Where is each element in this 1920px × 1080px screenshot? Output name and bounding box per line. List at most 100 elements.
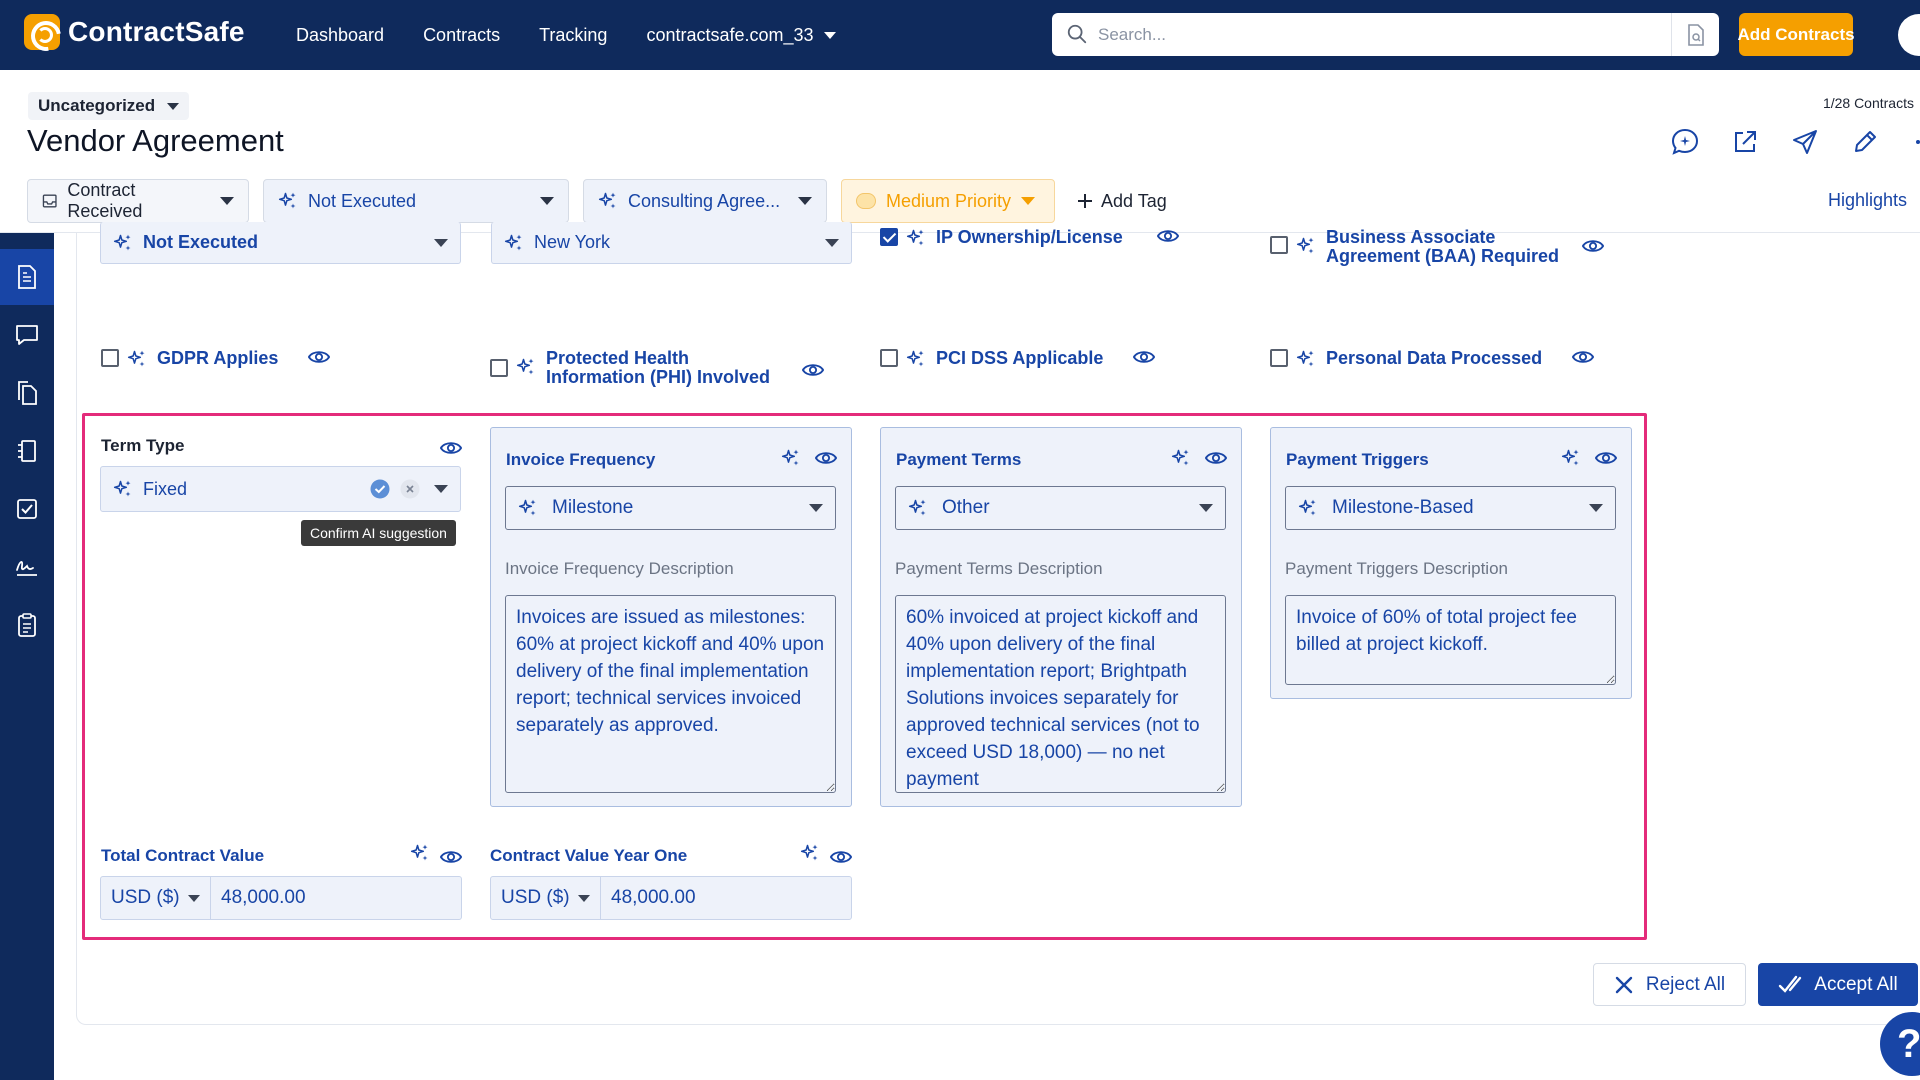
sidebar-item-documents[interactable]: [0, 365, 54, 421]
ai-sparkle-icon[interactable]: [1561, 448, 1581, 468]
phi-label: Protected Health Information (PHI) Invol…: [546, 348, 771, 387]
eye-icon[interactable]: [1572, 349, 1594, 365]
ai-sparkle-icon: [1298, 498, 1318, 518]
gdpr-flag: GDPR Applies: [101, 349, 330, 369]
description-label: Invoice Frequency Description: [505, 559, 734, 578]
invoice-frequency-description[interactable]: Invoices are issued as milestones: 60% a…: [505, 595, 836, 793]
total-contract-value-label: Total Contract Value: [101, 846, 265, 865]
contract-value-year-one-field: USD ($): [490, 876, 852, 920]
currency-value: USD ($): [501, 887, 570, 908]
location-field-value: New York: [534, 232, 611, 252]
accept-all-label: Accept All: [1814, 973, 1898, 995]
total-contract-value-input[interactable]: [211, 877, 451, 919]
chevron-down-icon: [434, 485, 448, 493]
ai-sparkle-icon: [113, 479, 133, 499]
sidebar-item-details[interactable]: [0, 249, 54, 305]
chevron-down-icon: [1589, 504, 1603, 512]
payment-triggers-select[interactable]: Milestone-Based: [1285, 486, 1616, 530]
eye-icon[interactable]: [830, 849, 852, 865]
personal-data-checkbox[interactable]: [1270, 349, 1288, 367]
eye-icon[interactable]: [1595, 450, 1617, 466]
signature-icon: [16, 561, 37, 576]
panel-title: Payment Terms: [896, 450, 1022, 469]
left-sidebar: [0, 233, 54, 1080]
clipboard-icon: [18, 613, 36, 637]
ai-sparkle-icon: [518, 498, 538, 518]
ai-sparkle-icon: [906, 349, 926, 369]
term-type-actions: [370, 479, 448, 499]
documents-icon: [18, 381, 37, 405]
ai-sparkle-icon[interactable]: [800, 843, 820, 863]
confirm-check-icon[interactable]: [370, 479, 390, 499]
ai-sparkle-icon: [1296, 349, 1316, 369]
phi-checkbox[interactable]: [490, 359, 508, 377]
payment-triggers-panel: Payment Triggers Milestone-Based Payment…: [1270, 427, 1632, 699]
eye-icon[interactable]: [1133, 349, 1155, 365]
ai-sparkle-icon: [504, 233, 524, 253]
term-type-value: Fixed: [143, 478, 188, 499]
invoice-frequency-value: Milestone: [552, 497, 634, 518]
reject-all-label: Reject All: [1645, 973, 1726, 995]
panel-title: Payment Triggers: [1286, 450, 1429, 469]
pci-label: PCI DSS Applicable: [936, 348, 1104, 368]
payment-terms-value: Other: [942, 497, 990, 518]
chevron-down-icon: [809, 504, 823, 512]
ai-sparkle-icon[interactable]: [781, 448, 801, 468]
checkbox-task-icon: [17, 499, 37, 519]
payment-triggers-description[interactable]: Invoice of 60% of total project fee bill…: [1285, 595, 1616, 685]
description-label: Payment Terms Description: [895, 559, 1103, 578]
ai-sparkle-icon: [908, 498, 928, 518]
header-background: [0, 0, 1920, 232]
eye-icon[interactable]: [1582, 238, 1604, 254]
term-type-label: Term Type: [101, 436, 185, 455]
ai-sparkle-icon[interactable]: [410, 843, 430, 863]
close-icon: [1615, 976, 1633, 993]
chevron-down-icon: [825, 238, 839, 247]
ai-sparkle-icon: [113, 233, 133, 253]
baa-required-flag: Business Associate Agreement (BAA) Requi…: [1270, 228, 1650, 266]
baa-label: Business Associate Agreement (BAA) Requi…: [1326, 227, 1560, 266]
pci-flag: PCI DSS Applicable: [880, 349, 1155, 369]
payment-terms-select[interactable]: Other: [895, 486, 1226, 530]
sidebar-item-signatures[interactable]: [0, 539, 54, 595]
description-label: Payment Triggers Description: [1285, 559, 1508, 578]
contract-value-year-one-label: Contract Value Year One: [490, 846, 688, 865]
ai-sparkle-icon[interactable]: [1171, 448, 1191, 468]
document-details-icon: [18, 265, 36, 289]
accept-all-button[interactable]: Accept All: [1758, 963, 1918, 1006]
currency-select[interactable]: USD ($): [491, 877, 601, 919]
invoice-frequency-panel: Invoice Frequency Milestone Invoice Freq…: [490, 427, 852, 807]
personal-data-label: Personal Data Processed: [1326, 348, 1543, 368]
sidebar-item-checklist[interactable]: [0, 597, 54, 653]
comment-icon: [16, 325, 38, 345]
gdpr-checkbox[interactable]: [101, 349, 119, 367]
contract-value-year-one-input[interactable]: [601, 877, 841, 919]
payment-terms-description[interactable]: 60% invoiced at project kickoff and 40% …: [895, 595, 1226, 793]
ai-sparkle-icon: [516, 357, 536, 377]
chevron-down-icon: [1199, 504, 1213, 512]
currency-value: USD ($): [111, 887, 180, 908]
panel-title: Invoice Frequency: [506, 450, 656, 469]
eye-icon[interactable]: [802, 362, 824, 378]
chevron-down-icon: [187, 894, 200, 902]
sidebar-item-tasks[interactable]: [0, 481, 54, 537]
chevron-down-icon: [434, 238, 448, 247]
reject-all-button[interactable]: Reject All: [1593, 963, 1746, 1006]
reject-x-icon[interactable]: [400, 479, 420, 499]
currency-select[interactable]: USD ($): [101, 877, 211, 919]
sidebar-item-versions[interactable]: [0, 423, 54, 479]
eye-icon[interactable]: [815, 450, 837, 466]
baa-checkbox[interactable]: [1270, 236, 1288, 254]
invoice-frequency-select[interactable]: Milestone: [505, 486, 836, 530]
eye-icon[interactable]: [440, 849, 462, 865]
total-contract-value-field: USD ($): [100, 876, 462, 920]
confirm-ai-tooltip: Confirm AI suggestion: [301, 520, 456, 546]
eye-icon[interactable]: [440, 440, 462, 456]
eye-icon[interactable]: [308, 349, 330, 365]
sidebar-item-comments[interactable]: [0, 307, 54, 363]
payment-terms-panel: Payment Terms Other Payment Terms Descri…: [880, 427, 1242, 807]
pci-checkbox[interactable]: [880, 349, 898, 367]
phi-flag: Protected Health Information (PHI) Invol…: [490, 349, 824, 387]
eye-icon[interactable]: [1205, 450, 1227, 466]
term-type-select[interactable]: Fixed: [100, 466, 461, 512]
